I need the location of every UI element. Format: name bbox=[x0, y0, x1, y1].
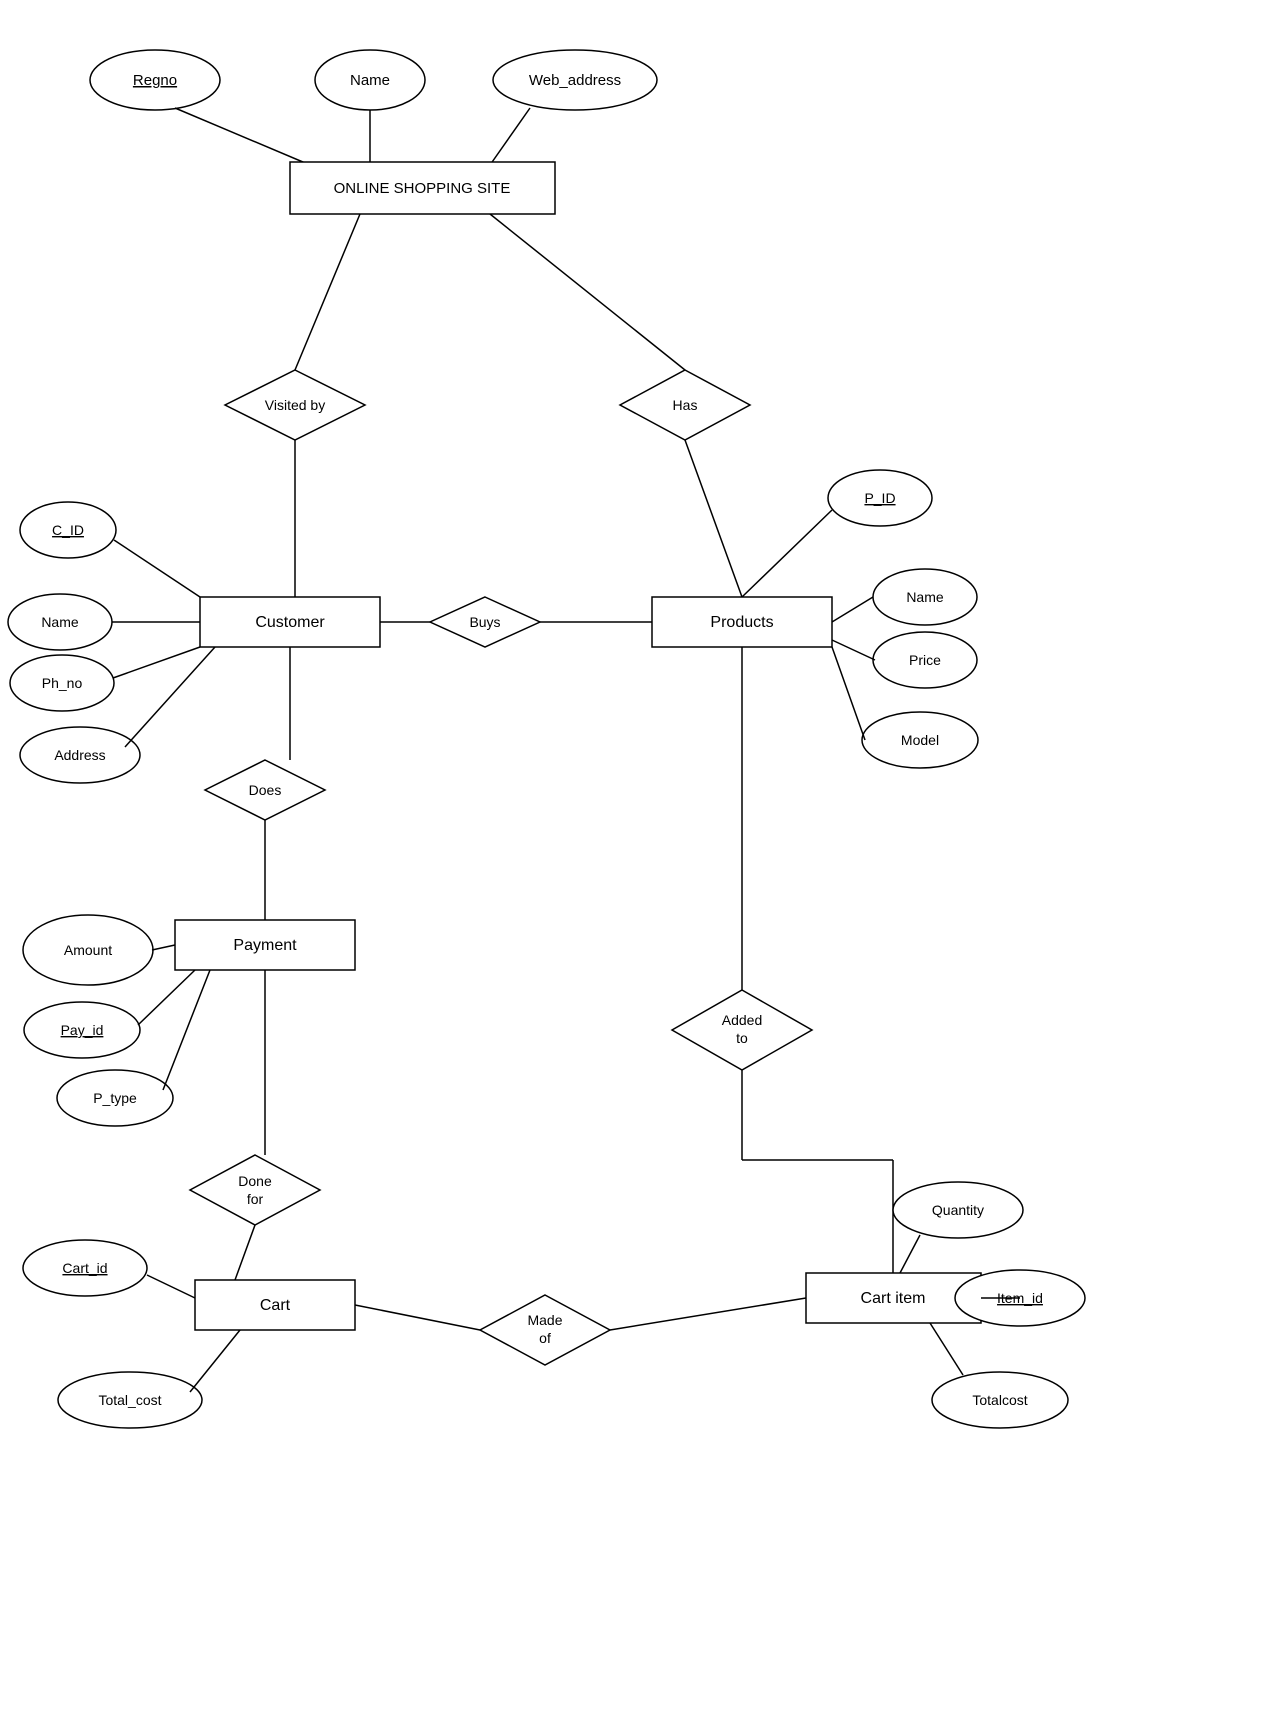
rel-has-label: Has bbox=[673, 397, 698, 413]
line-cid-customer bbox=[114, 540, 200, 597]
entity-customer-label: Customer bbox=[255, 614, 325, 631]
rel-added-to-label2: to bbox=[736, 1030, 748, 1046]
line-payid-payment bbox=[138, 970, 195, 1025]
line-amount-payment bbox=[152, 945, 175, 950]
attr-quantity-label: Quantity bbox=[932, 1202, 984, 1218]
rel-done-for bbox=[190, 1155, 320, 1225]
line-price-products bbox=[832, 640, 875, 660]
line-model-products bbox=[832, 647, 865, 740]
attr-amount-label: Amount bbox=[64, 942, 112, 958]
attr-name-prod-label: Name bbox=[906, 589, 944, 605]
attr-regno-label: Regno bbox=[133, 72, 177, 89]
rel-made-of-label2: of bbox=[539, 1330, 551, 1346]
entity-cart-item-label: Cart item bbox=[861, 1290, 926, 1307]
line-oss-visitedby bbox=[295, 214, 360, 370]
entity-online-shopping-label: ONLINE SHOPPING SITE bbox=[334, 180, 511, 197]
line-totalcost-cartitem bbox=[930, 1323, 963, 1375]
attr-p-type-label: P_type bbox=[93, 1090, 137, 1106]
line-nameprod-products bbox=[832, 597, 873, 622]
line-webaddr-entity bbox=[490, 108, 530, 165]
line-phno-customer bbox=[113, 647, 200, 678]
attr-pay-id-label: Pay_id bbox=[61, 1022, 104, 1038]
attr-p-id-label: P_ID bbox=[864, 490, 895, 506]
attr-web-address-label: Web_address bbox=[529, 72, 621, 89]
rel-visited-by-label: Visited by bbox=[265, 397, 325, 413]
line-oss-has bbox=[490, 214, 685, 370]
rel-done-for-label2: for bbox=[247, 1191, 264, 1207]
rel-buys-label: Buys bbox=[469, 614, 500, 630]
attr-address-label: Address bbox=[54, 747, 105, 763]
attr-ph-no-label: Ph_no bbox=[42, 675, 83, 691]
attr-price-label: Price bbox=[909, 652, 941, 668]
attr-total-cost-label: Total_cost bbox=[98, 1392, 161, 1408]
entity-products-label: Products bbox=[710, 614, 773, 631]
attr-totalcost-label: Totalcost bbox=[972, 1392, 1027, 1408]
entity-cart-label: Cart bbox=[260, 1297, 291, 1314]
line-donefor-cart bbox=[235, 1225, 255, 1280]
er-diagram: Regno Name Web_address ONLINE SHOPPING S… bbox=[0, 0, 1286, 1724]
line-cart-madeof bbox=[355, 1305, 480, 1330]
attr-c-id-label: C_ID bbox=[52, 522, 84, 538]
line-ptype-payment bbox=[163, 970, 210, 1090]
entity-payment-label: Payment bbox=[233, 937, 297, 954]
attr-cart-id-label: Cart_id bbox=[62, 1260, 107, 1276]
line-has-products bbox=[685, 440, 742, 597]
line-cartid-cart bbox=[147, 1275, 195, 1298]
rel-done-for-label: Done bbox=[238, 1173, 272, 1189]
line-madeof-cartitem bbox=[610, 1298, 806, 1330]
rel-does-label: Does bbox=[249, 782, 282, 798]
line-quantity-cartitem bbox=[900, 1235, 920, 1273]
rel-made-of-label: Made bbox=[527, 1312, 562, 1328]
attr-name-site-label: Name bbox=[350, 72, 390, 89]
rel-added-to-label: Added bbox=[722, 1012, 762, 1028]
attr-model-label: Model bbox=[901, 732, 939, 748]
line-totalcost-cart bbox=[190, 1330, 240, 1392]
line-regno-entity bbox=[175, 108, 310, 165]
attr-name-cust-label: Name bbox=[41, 614, 79, 630]
line-address-customer bbox=[125, 647, 215, 747]
line-pid-products bbox=[742, 510, 832, 597]
